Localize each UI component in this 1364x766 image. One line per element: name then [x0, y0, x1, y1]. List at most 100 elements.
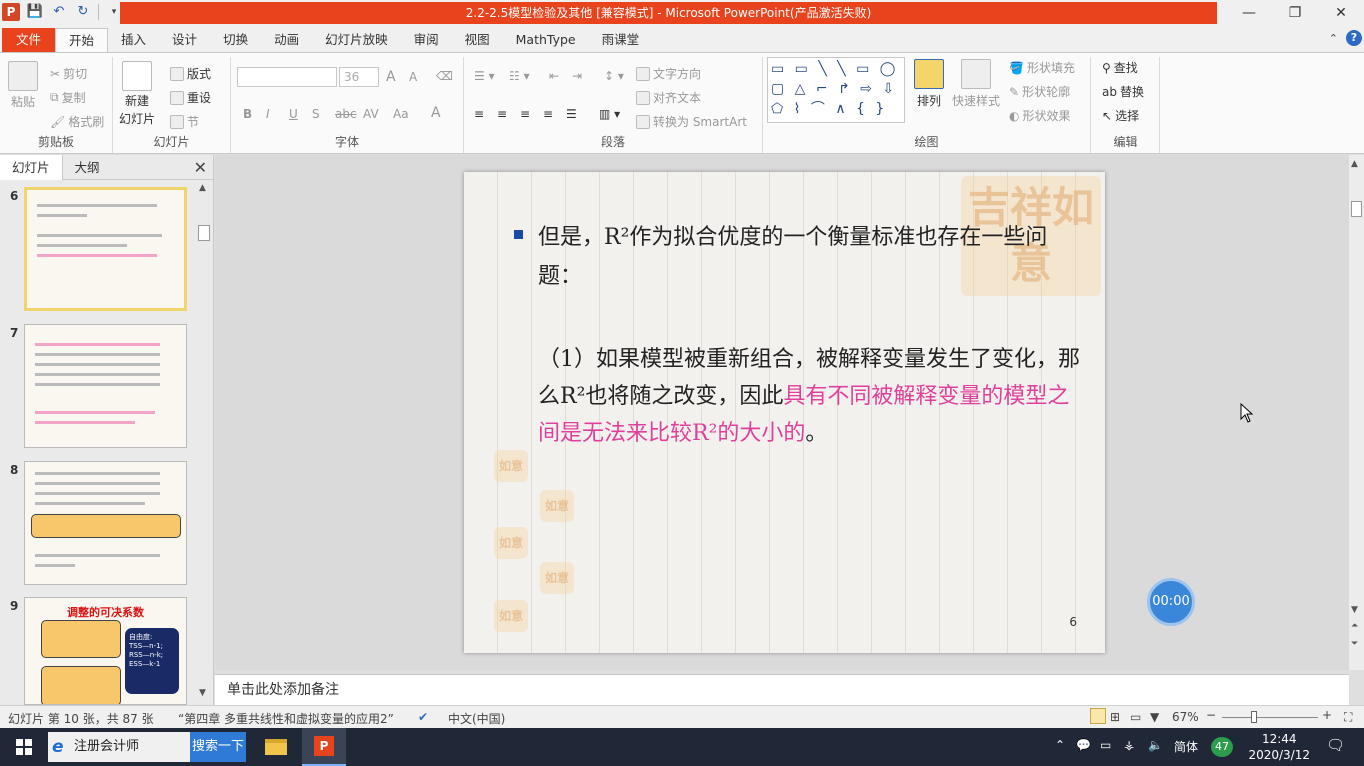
scroll-thumb[interactable] [1351, 201, 1362, 217]
shapes-gallery[interactable]: ▭ ▭ ╲ ╲ ▭ ◯ ▢ △ ⌐ ↱ ⇨ ⇩ ⬠ ⌇ ⌒ ∧ { } [767, 57, 905, 123]
minimize-button[interactable]: — [1226, 0, 1272, 26]
slide-paragraph[interactable]: （1）如果模型被重新组合，被解释变量发生了变化，那么R²也将随之改变，因此具有不… [538, 341, 1083, 452]
shadow-button[interactable]: S [312, 107, 320, 121]
network-icon[interactable]: ⚶ [1124, 738, 1134, 752]
font-size-select[interactable]: 36 [339, 67, 379, 87]
tab-slideshow[interactable]: 幻灯片放映 [312, 28, 401, 52]
slide-thumbnail-row[interactable]: 7 [0, 324, 196, 452]
quick-styles-button[interactable]: 快速样式 [952, 59, 1000, 109]
bullets-button[interactable]: ☰ ▾ [474, 69, 495, 83]
increase-indent-button[interactable]: ⇥ [572, 69, 582, 83]
zoom-level[interactable]: 67% [1172, 710, 1199, 724]
align-text-button[interactable]: 对齐文本 [636, 89, 701, 106]
zoom-in-icon[interactable]: + [1322, 708, 1332, 722]
change-case-button[interactable]: Aa [393, 107, 409, 121]
tab-animations[interactable]: 动画 [261, 28, 312, 52]
shrink-font-button[interactable]: A [409, 70, 417, 84]
help-icon[interactable]: ? [1346, 30, 1362, 46]
normal-view-icon[interactable] [1090, 708, 1106, 724]
slide-thumbnail-row[interactable]: 9 调整的可决系数 自由度: TSS—n-1; RSS—n-k; ESS—k-1 [0, 597, 196, 705]
underline-button[interactable]: U [289, 107, 298, 121]
slide-canvas[interactable]: 吉祥如意 如意 如意 如意 如意 如意 但是，R²作为拟合优度的一个衡量标准也存… [464, 172, 1105, 653]
bold-button[interactable]: B [243, 107, 252, 121]
text-direction-button[interactable]: 文字方向 [636, 65, 701, 82]
volume-icon[interactable]: 🔈 [1148, 738, 1163, 752]
numbering-button[interactable]: ☷ ▾ [509, 69, 530, 83]
slide-thumbnail[interactable] [24, 187, 187, 311]
tab-mathtype[interactable]: MathType [503, 28, 589, 52]
spellcheck-icon[interactable]: ✔ [418, 710, 428, 724]
zoom-slider-track[interactable] [1222, 717, 1318, 718]
slide-sorter-icon[interactable]: ⊞ [1110, 710, 1120, 724]
notification-center-icon[interactable]: 🗨 [1326, 736, 1345, 754]
scroll-up-icon[interactable]: ▲ [1351, 159, 1358, 169]
tab-outline[interactable]: 大纲 [63, 155, 112, 180]
char-spacing-button[interactable]: AV [363, 107, 379, 121]
powerpoint-taskbar-button[interactable]: P [302, 728, 346, 766]
zoom-slider-thumb[interactable] [1251, 711, 1257, 723]
grow-font-button[interactable]: A [386, 69, 396, 85]
tab-transitions[interactable]: 切换 [210, 28, 261, 52]
security-badge[interactable]: 47 [1211, 737, 1233, 757]
slide-thumbnail[interactable] [24, 461, 187, 585]
font-name-select[interactable] [237, 67, 337, 87]
layout-button[interactable]: 版式 [170, 65, 211, 82]
align-right-button[interactable]: ≡ [520, 107, 530, 121]
font-color-button[interactable]: A [431, 105, 441, 121]
slide-thumbnail[interactable]: 调整的可决系数 自由度: TSS—n-1; RSS—n-k; ESS—k-1 [24, 597, 187, 705]
slide-thumbnail-row[interactable]: 6 [0, 187, 196, 315]
next-slide-icon[interactable]: ⏷ [1351, 639, 1358, 649]
format-painter-button[interactable]: 🖌 格式刷 [50, 113, 104, 130]
reading-view-icon[interactable]: ▭ [1130, 710, 1141, 724]
select-button[interactable]: ↖ 选择 [1102, 107, 1139, 124]
undo-icon[interactable]: ↶ [50, 3, 68, 21]
tab-view[interactable]: 视图 [452, 28, 503, 52]
slide-bullet-text[interactable]: 但是，R²作为拟合优度的一个衡量标准也存在一些问题： [538, 218, 1058, 296]
tab-design[interactable]: 设计 [159, 28, 210, 52]
collapse-ribbon-icon[interactable]: ⌃ [1329, 32, 1338, 45]
section-button[interactable]: 节 [170, 113, 199, 130]
scroll-thumb[interactable] [198, 225, 210, 241]
columns-button[interactable]: ▥ ▾ [599, 107, 620, 121]
clear-format-icon[interactable]: ⌫ [436, 69, 453, 83]
new-slide-button[interactable]: 新建 幻灯片 [119, 61, 155, 127]
close-button[interactable]: ✕ [1318, 0, 1364, 26]
slide-scrollbar[interactable]: ▲ ▼ ⏶ ⏷ [1349, 155, 1364, 670]
tab-rain-classroom[interactable]: 雨课堂 [589, 28, 653, 52]
scroll-down-icon[interactable]: ▼ [199, 688, 206, 698]
previous-slide-icon[interactable]: ⏶ [1351, 621, 1358, 631]
slide-thumbnail-row[interactable]: 8 [0, 461, 196, 589]
copy-button[interactable]: ⧉ 复制 [50, 89, 86, 106]
language-indicator[interactable]: 中文(中国) [448, 710, 505, 727]
chat-icon[interactable]: 💬 [1076, 738, 1091, 752]
cut-button[interactable]: ✂ 剪切 [50, 65, 87, 82]
reset-button[interactable]: 重设 [170, 89, 211, 106]
decrease-indent-button[interactable]: ⇤ [549, 69, 559, 83]
line-spacing-button[interactable]: ↕ ▾ [604, 69, 624, 83]
align-left-button[interactable]: ≡ [474, 107, 484, 121]
fit-to-window-icon[interactable]: ⛶ [1344, 710, 1352, 725]
convert-smartart-button[interactable]: 转换为 SmartArt [636, 113, 747, 130]
replace-button[interactable]: ab 替换 [1102, 83, 1144, 100]
strikethrough-button[interactable]: abc [335, 107, 357, 121]
thumbnail-scrollbar[interactable]: ▲ ▼ [197, 183, 211, 703]
start-button[interactable] [0, 728, 48, 766]
align-center-button[interactable]: ≡ [497, 107, 507, 121]
find-button[interactable]: ⚲ 查找 [1102, 59, 1138, 76]
distributed-button[interactable]: ☰ [566, 107, 577, 121]
maximize-button[interactable]: ❐ [1272, 0, 1318, 26]
arrange-button[interactable]: 排列 [914, 59, 944, 109]
powerpoint-logo-icon[interactable]: P [2, 3, 20, 21]
tab-insert[interactable]: 插入 [108, 28, 159, 52]
theme-name[interactable]: “第四章 多重共线性和虚拟变量的应用2” [178, 710, 394, 727]
save-icon[interactable]: 💾 [26, 3, 44, 21]
slide-thumbnail[interactable] [24, 324, 187, 448]
tab-home[interactable]: 开始 [55, 28, 109, 52]
tray-expand-icon[interactable]: ⌃ [1055, 738, 1065, 752]
ime-mode[interactable]: 简体 [1174, 738, 1198, 755]
taskbar-search-button[interactable]: 搜索一下 [190, 732, 246, 762]
notes-pane[interactable]: 单击此处添加备注 [215, 674, 1349, 705]
tab-review[interactable]: 审阅 [401, 28, 452, 52]
tab-file[interactable]: 文件 [2, 28, 56, 52]
taskbar-clock[interactable]: 12:44 2020/3/12 [1248, 731, 1310, 763]
